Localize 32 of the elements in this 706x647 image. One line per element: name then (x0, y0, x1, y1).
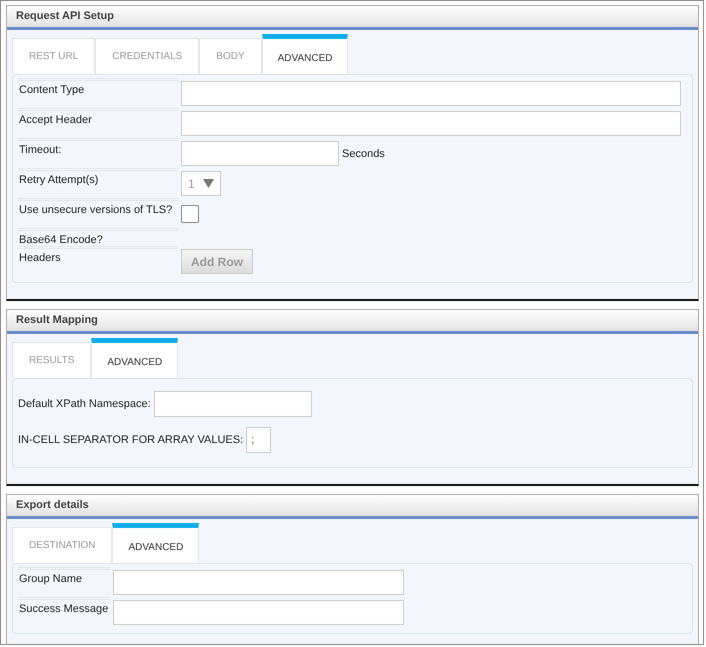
tab[interactable]: RESULTS (12, 342, 92, 378)
tab[interactable]: ADVANCED (262, 34, 348, 74)
input-field[interactable] (181, 141, 339, 166)
input-field[interactable] (113, 570, 404, 595)
input-field[interactable] (113, 600, 404, 625)
field-label: Default XPath Namespace: (18, 398, 151, 410)
field-label: Content Type (18, 78, 178, 108)
tab[interactable]: CREDENTIALS (95, 38, 200, 74)
input-field[interactable] (154, 391, 312, 417)
field-label: Use unsecure versions of TLS? (18, 198, 178, 228)
section-title: Export details (7, 495, 698, 519)
section-title: Request API Setup (7, 6, 698, 30)
input-field[interactable] (181, 111, 681, 136)
field-label: Retry Attempt(s) (18, 168, 178, 198)
tab[interactable]: REST URL (12, 38, 96, 74)
tab[interactable]: ADVANCED (91, 338, 178, 378)
field-label: IN-CELL SEPARATOR FOR ARRAY VALUES: (18, 434, 244, 446)
field-label: Timeout: (18, 138, 178, 168)
field-label: Success Message (18, 597, 110, 627)
tab[interactable]: ADVANCED (112, 523, 200, 563)
field-label: Group Name (18, 567, 110, 597)
field-label: Accept Header (18, 108, 178, 138)
caret-icon (202, 179, 214, 188)
section-title: Result Mapping (7, 310, 698, 334)
tab[interactable]: BODY (199, 38, 262, 74)
unit-label: Seconds (342, 148, 385, 160)
field-label: Headers (18, 246, 178, 276)
tab[interactable]: DESTINATION (12, 527, 112, 563)
checkbox[interactable] (181, 204, 199, 222)
input-field[interactable] (181, 81, 681, 106)
field-label: Base64 Encode? (18, 228, 178, 246)
input-field[interactable]: ; (246, 427, 272, 453)
